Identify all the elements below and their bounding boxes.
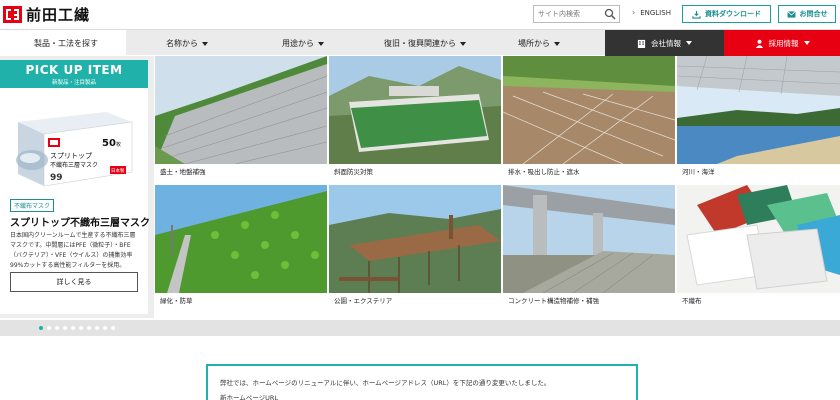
greening-image <box>155 185 327 293</box>
carousel-dot[interactable] <box>55 326 59 330</box>
slope-image <box>329 56 501 164</box>
pickup-title: PICK UP ITEM <box>25 63 123 77</box>
category-tile-nonwoven[interactable]: 不織布 <box>677 185 840 313</box>
carousel-dot[interactable] <box>63 326 67 330</box>
nav-company[interactable]: 会社情報 <box>605 30 724 56</box>
building-icon <box>637 39 646 48</box>
box-made-text: 日本製 <box>111 167 125 174</box>
nav-item-label: 名称から <box>166 39 198 48</box>
box-name-text: 不織布三層マスク <box>50 161 98 169</box>
pickup-panel: PICK UP ITEM 新製品・注目製品 スプリトップ 不織布三層マスク 50… <box>0 56 154 318</box>
carousel-dots <box>0 320 840 336</box>
caret-down-icon <box>318 41 324 46</box>
category-label: コンクリート構造物補修・補強 <box>508 297 599 305</box>
embankment-image <box>155 56 327 164</box>
caret-down-icon <box>202 41 208 46</box>
carousel-dot[interactable] <box>95 326 99 330</box>
drainage-image <box>503 56 675 164</box>
caret-down-icon <box>803 41 810 45</box>
global-nav: 製品・工法を探す 名称から 用途から 復旧・復興関連から 場所から 会社情報 採… <box>0 29 840 56</box>
logo-mark-icon <box>3 5 22 23</box>
box-unit-text: 枚 <box>116 141 121 148</box>
pickup-card: PICK UP ITEM 新製品・注目製品 スプリトップ 不織布三層マスク 50… <box>0 60 150 314</box>
category-tile-greening[interactable]: 緑化・防草 <box>155 185 327 313</box>
caret-down-icon <box>460 41 466 46</box>
nav-recruit-label: 採用情報 <box>768 38 799 48</box>
category-label: 斜面防災対策 <box>334 168 373 176</box>
category-tile-slope[interactable]: 斜面防災対策 <box>329 56 501 184</box>
category-tile-embankment[interactable]: 盛土・地盤補強 <box>155 56 327 184</box>
url-change-notice: 弊社では、ホームページのリニューアルに伴い、ホームページアドレス（URL）を下記… <box>206 364 638 400</box>
nav-item-label: 復旧・復興関連から <box>384 39 456 48</box>
nav-item-label: 場所から <box>518 39 550 48</box>
nav-item-recovery[interactable]: 復旧・復興関連から <box>384 38 466 49</box>
english-link[interactable]: › ENGLISH <box>632 8 671 17</box>
nav-item-label: 用途から <box>282 39 314 48</box>
notice-url-label: 新ホームページURL <box>220 394 279 400</box>
download-button[interactable]: 資料ダウンロード <box>682 5 771 23</box>
site-search <box>533 5 620 23</box>
carousel-dot[interactable] <box>103 326 107 330</box>
person-icon <box>755 39 763 48</box>
nav-products[interactable]: 製品・工法を探す <box>0 30 126 56</box>
park-image <box>329 185 501 293</box>
chevron-right-icon: › <box>632 8 636 17</box>
carousel-dot[interactable] <box>79 326 83 330</box>
nav-arrow-shape <box>118 30 126 56</box>
contact-label: お問合せ <box>799 10 828 18</box>
download-label: 資料ダウンロード <box>705 10 761 18</box>
category-label: 河川・海洋 <box>682 168 715 176</box>
category-label: 不織布 <box>682 297 702 305</box>
category-tile-drainage[interactable]: 排水・吸出し防止・遮水 <box>503 56 675 184</box>
carousel-dot[interactable] <box>87 326 91 330</box>
product-title: スプリトップ不織布三層マスク <box>10 218 150 229</box>
river-image <box>677 56 840 164</box>
nonwoven-image <box>677 185 840 293</box>
category-tile-river[interactable]: 河川・海洋 <box>677 56 840 184</box>
concrete-image <box>503 185 675 293</box>
category-label: 緑化・防草 <box>160 297 193 305</box>
mask-box-image[interactable]: スプリトップ 不織布三層マスク 50 枚 99 日本製 <box>10 100 138 188</box>
contact-button[interactable]: お問合せ <box>778 5 836 23</box>
pickup-subtitle: 新製品・注目製品 <box>51 80 96 86</box>
details-button[interactable]: 詳しく見る <box>10 272 138 292</box>
header: 前田工繊 › ENGLISH 資料ダウンロード お問合せ <box>0 0 840 28</box>
download-icon <box>692 10 701 19</box>
category-label: 排水・吸出し防止・遮水 <box>508 168 580 176</box>
nav-item-place[interactable]: 場所から <box>518 38 560 49</box>
search-icon[interactable] <box>604 8 616 20</box>
nav-item-name[interactable]: 名称から <box>166 38 208 49</box>
carousel-dot[interactable] <box>111 326 115 330</box>
pickup-header: PICK UP ITEM 新製品・注目製品 <box>0 60 148 88</box>
search-input[interactable] <box>534 6 602 22</box>
category-label: 盛土・地盤補強 <box>160 168 206 176</box>
english-label: ENGLISH <box>640 8 671 17</box>
product-tag: 不織布マスク <box>10 199 55 212</box>
box-count-text: 50 <box>102 138 116 149</box>
category-tile-concrete[interactable]: コンクリート構造物補修・補強 <box>503 185 675 313</box>
notice-text: 弊社では、ホームページのリニューアルに伴い、ホームページアドレス（URL）を下記… <box>220 379 551 387</box>
carousel-dot[interactable] <box>47 326 51 330</box>
carousel-dot[interactable] <box>71 326 75 330</box>
category-label: 公園・エクステリア <box>334 297 393 305</box>
box-brand-text: スプリトップ <box>50 152 92 160</box>
nav-company-label: 会社情報 <box>651 38 681 48</box>
nav-item-use[interactable]: 用途から <box>282 38 324 49</box>
nav-products-label: 製品・工法を探す <box>34 39 98 48</box>
caret-down-icon <box>686 41 692 45</box>
box-percent-text: 99 <box>50 173 63 183</box>
nav-recruit[interactable]: 採用情報 <box>724 30 840 56</box>
caret-down-icon <box>554 41 560 46</box>
logo-text: 前田工繊 <box>26 5 91 24</box>
category-tile-park[interactable]: 公園・エクステリア <box>329 185 501 313</box>
product-description: 日本国内クリーンルームで生産する不織布三層マスクです。中間層にはPFE（微粒子）… <box>10 232 136 269</box>
logo[interactable]: 前田工繊 <box>3 4 90 24</box>
mail-icon <box>786 10 796 18</box>
carousel-dot[interactable] <box>39 326 43 330</box>
